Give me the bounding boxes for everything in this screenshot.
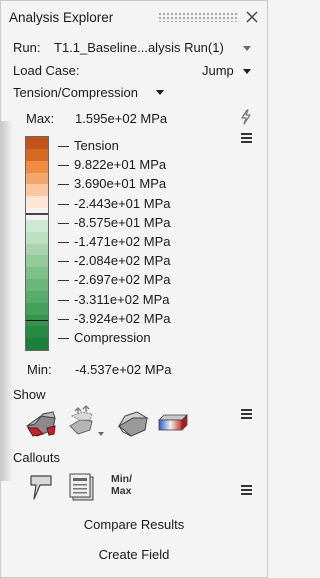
legend-color-swatch — [26, 243, 48, 256]
legend-label: -2.697e+02 MPa — [74, 272, 171, 288]
callouts-menu-icon[interactable] — [241, 484, 252, 495]
load-case-dropdown-arrow-icon[interactable] — [243, 69, 251, 74]
legend-tick — [58, 261, 69, 263]
legend-color-swatch — [26, 338, 48, 350]
legend-tick — [58, 280, 69, 282]
compare-results-button[interactable]: Compare Results — [1, 517, 267, 532]
legend-color-swatch — [26, 148, 48, 162]
legend-label: 9.822e+01 MPa — [74, 157, 167, 173]
legend-tick — [58, 222, 69, 224]
legend-label: Compression — [74, 330, 151, 345]
min-max-callout-icon[interactable]: Min/ Max — [111, 473, 141, 497]
drag-grip-handle[interactable] — [158, 12, 238, 22]
title-bar: Analysis Explorer — [1, 1, 267, 31]
legend-color-swatch — [26, 326, 48, 339]
legend-label: -2.084e+02 MPa — [74, 253, 171, 269]
legend-tick — [58, 165, 69, 167]
legend-tick — [58, 299, 69, 301]
legend-color-swatch — [26, 184, 48, 197]
legend-tick — [58, 318, 69, 320]
legend-color-swatch — [26, 231, 48, 244]
run-row: Run: — [13, 40, 40, 58]
legend-color-swatch — [26, 196, 48, 209]
legend-tick — [58, 203, 69, 205]
legend-tick — [58, 184, 69, 186]
run-value: T1.1_Baseline...alysis Run(1) — [54, 40, 224, 55]
analysis-explorer-panel: Analysis Explorer Run: T1.1_Baseline...a… — [0, 0, 268, 578]
panel-title: Analysis Explorer — [9, 10, 114, 25]
legend-label: -3.311e+02 MPa — [74, 291, 170, 307]
contour-display-icon[interactable] — [156, 410, 190, 434]
load-case-label: Load Case: — [13, 63, 80, 78]
legend-label: -2.443e+01 MPa — [74, 195, 171, 211]
min-max-label-top: Min/ — [111, 473, 132, 485]
left-edge-shadow — [1, 121, 13, 481]
legend-color-swatch — [26, 137, 48, 150]
min-max-label-bottom: Max — [111, 485, 132, 497]
legend-tick — [58, 146, 69, 147]
max-value: 1.595e+02 MPa — [75, 111, 168, 126]
result-type-select[interactable]: Tension/Compression — [13, 85, 138, 103]
min-value: -4.537e+02 MPa — [75, 362, 172, 377]
run-dropdown-arrow-icon[interactable] — [243, 46, 251, 51]
undeformed-shape-icon[interactable] — [115, 406, 151, 438]
legend-tick — [58, 242, 69, 243]
close-icon[interactable] — [244, 9, 260, 25]
legend-lower-marker — [26, 320, 48, 322]
legend-label: -3.924e+02 MPa — [74, 310, 171, 326]
create-field-button[interactable]: Create Field — [1, 547, 267, 562]
animation-icon[interactable] — [64, 404, 110, 440]
legend-color-swatch — [26, 255, 48, 268]
show-section-title: Show — [13, 387, 46, 402]
legend-tick — [58, 338, 69, 339]
max-label: Max: — [26, 111, 55, 126]
run-select[interactable]: T1.1_Baseline...alysis Run(1) — [54, 40, 224, 58]
lightning-icon[interactable] — [239, 109, 253, 125]
legend-color-swatch — [26, 279, 48, 292]
load-case-select[interactable]: Jump — [202, 63, 234, 81]
legend-label: 3.690e+01 MPa — [74, 176, 167, 192]
legend-label: -1.471e+02 MPa — [74, 234, 171, 249]
legend-color-swatch — [26, 219, 48, 233]
show-menu-icon[interactable] — [241, 408, 252, 419]
legend-menu-icon[interactable] — [241, 132, 252, 143]
min-label: Min: — [27, 362, 52, 377]
legend-color-swatch — [26, 267, 48, 280]
result-type-value: Tension/Compression — [13, 85, 139, 100]
legend-zero-marker — [26, 212, 48, 215]
legend-color-swatch — [26, 302, 48, 315]
legend-color-swatch — [26, 172, 48, 185]
legend-label: Tension — [74, 138, 119, 153]
load-case-value: Jump — [202, 63, 234, 78]
legend-color-swatch — [26, 160, 48, 173]
run-label: Run: — [13, 40, 41, 55]
callout-probe-icon[interactable] — [28, 473, 54, 503]
callout-list-icon[interactable] — [68, 473, 96, 503]
deformed-shape-icon[interactable] — [23, 406, 59, 438]
contour-legend-bar[interactable] — [25, 136, 49, 351]
result-type-dropdown-arrow-icon[interactable] — [156, 90, 164, 95]
load-case-row: Load Case: — [13, 63, 80, 81]
callouts-section-title: Callouts — [13, 450, 60, 465]
legend-label: -8.575e+01 MPa — [74, 214, 171, 230]
legend-color-swatch — [26, 290, 48, 304]
